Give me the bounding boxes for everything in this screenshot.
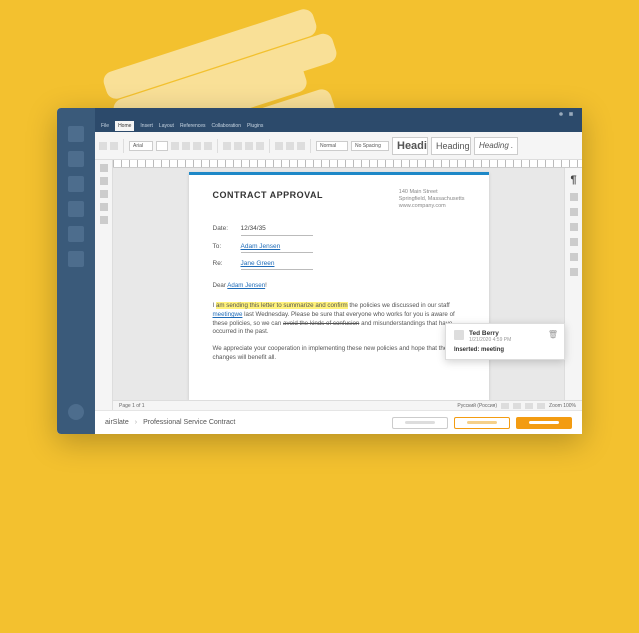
- inserted-text: meeting: [213, 311, 235, 318]
- horizontal-ruler[interactable]: [113, 160, 582, 168]
- doc-address: 140 Main Street Springfield, Massachuset…: [399, 189, 465, 210]
- breadcrumb-current[interactable]: Professional Service Contract: [143, 419, 235, 426]
- style-heading2[interactable]: Heading: [431, 137, 471, 155]
- menu-file[interactable]: File: [101, 123, 109, 129]
- right-toolbar: ¶: [564, 168, 582, 400]
- footer-button-secondary[interactable]: [392, 417, 448, 429]
- copy-icon[interactable]: [99, 142, 107, 150]
- bookmarks-icon[interactable]: [100, 203, 108, 211]
- editor-main: File Home Insert Layout References Colla…: [95, 108, 582, 434]
- doc-title: CONTRACT APPROVAL: [213, 189, 324, 202]
- spellcheck-icon[interactable]: [501, 403, 509, 409]
- menu-insert[interactable]: Insert: [140, 123, 153, 129]
- strike-icon[interactable]: [204, 142, 212, 150]
- bullets-icon[interactable]: [223, 142, 231, 150]
- comments-icon[interactable]: [100, 177, 108, 185]
- re-label: Re:: [213, 259, 241, 268]
- image-icon[interactable]: [570, 208, 578, 216]
- chevron-right-icon: ›: [135, 419, 137, 426]
- menubar: File Home Insert Layout References Colla…: [95, 120, 582, 132]
- doc-scroll[interactable]: CONTRACT APPROVAL 140 Main Street Spring…: [113, 168, 564, 400]
- left-toolbar: [95, 160, 113, 410]
- comment-body: Inserted: meeting: [454, 347, 556, 353]
- page-indicator: Page 1 of 1: [119, 403, 145, 409]
- titlebar: [95, 108, 582, 120]
- comment-date: 1/21/2020 4:59 PM: [469, 337, 511, 343]
- sidebar-item[interactable]: [68, 201, 84, 217]
- menu-icon[interactable]: [568, 111, 574, 117]
- app-sidebar: [57, 108, 95, 434]
- font-select[interactable]: Arial: [129, 141, 153, 151]
- style-nospacing[interactable]: No Spacing: [351, 141, 389, 151]
- table-icon[interactable]: [570, 193, 578, 201]
- fitwidth-icon[interactable]: [537, 403, 545, 409]
- sidebar-avatar[interactable]: [68, 404, 84, 420]
- align-right-icon[interactable]: [297, 142, 305, 150]
- menu-layout[interactable]: Layout: [159, 123, 174, 129]
- avatar: [454, 330, 464, 340]
- sidebar-item[interactable]: [68, 251, 84, 267]
- fit-icon[interactable]: [525, 403, 533, 409]
- deleted-text: avoid the kinds of confusion: [283, 320, 359, 327]
- re-value[interactable]: Jane Green: [241, 259, 313, 270]
- statusbar: Page 1 of 1 Русский (Россия) Zoom 100%: [113, 400, 582, 410]
- sidebar-item[interactable]: [68, 226, 84, 242]
- to-label: To:: [213, 242, 241, 251]
- style-heading1[interactable]: Headi: [392, 137, 428, 155]
- doc-container: CONTRACT APPROVAL 140 Main Street Spring…: [113, 160, 582, 410]
- headings-icon[interactable]: [100, 190, 108, 198]
- shape-icon[interactable]: [570, 238, 578, 246]
- menu-plugins[interactable]: Plugins: [247, 123, 263, 129]
- paragraph-icon[interactable]: ¶: [570, 174, 576, 186]
- app-footer: airSlate › Professional Service Contract: [95, 410, 582, 434]
- user-icon[interactable]: [558, 111, 564, 117]
- header-icon[interactable]: [570, 223, 578, 231]
- font-size-select[interactable]: [156, 141, 168, 151]
- menu-home[interactable]: Home: [115, 121, 134, 131]
- app-window: File Home Insert Layout References Colla…: [57, 108, 582, 434]
- highlighted-text: am sending this letter to summarize and …: [216, 302, 348, 309]
- trackchanges-icon[interactable]: [513, 403, 521, 409]
- to-value[interactable]: Adam Jensen: [241, 242, 313, 253]
- numbering-icon[interactable]: [234, 142, 242, 150]
- paragraph-1: I am sending this letter to summarize an…: [213, 302, 465, 337]
- italic-icon[interactable]: [182, 142, 190, 150]
- trash-icon[interactable]: 🗑: [548, 330, 558, 339]
- outdent-icon[interactable]: [256, 142, 264, 150]
- date-label: Date:: [213, 224, 241, 233]
- document-page[interactable]: CONTRACT APPROVAL 140 Main Street Spring…: [189, 172, 489, 400]
- bold-icon[interactable]: [171, 142, 179, 150]
- breadcrumb-root[interactable]: airSlate: [105, 419, 129, 426]
- paste-icon[interactable]: [110, 142, 118, 150]
- thumbnails-icon[interactable]: [100, 216, 108, 224]
- comment-popup[interactable]: 🗑 Ted Berry 1/21/2020 4:59 PM Inserted: …: [445, 323, 565, 360]
- text-icon[interactable]: [570, 268, 578, 276]
- underline-icon[interactable]: [193, 142, 201, 150]
- document-area: CONTRACT APPROVAL 140 Main Street Spring…: [95, 160, 582, 410]
- style-heading3[interactable]: Heading .: [474, 137, 518, 155]
- language-indicator[interactable]: Русский (Россия): [457, 403, 497, 409]
- style-normal[interactable]: Normal: [316, 141, 348, 151]
- search-icon[interactable]: [100, 164, 108, 172]
- date-value[interactable]: 12/34/35: [241, 224, 313, 235]
- indent-icon[interactable]: [245, 142, 253, 150]
- paragraph-2: We appreciate your cooperation in implem…: [213, 345, 465, 362]
- zoom-indicator[interactable]: Zoom 100%: [549, 403, 576, 409]
- sidebar-item[interactable]: [68, 151, 84, 167]
- comment-author: Ted Berry: [469, 330, 511, 337]
- sidebar-item[interactable]: [68, 126, 84, 142]
- salutation: Dear Adam Jensen!: [213, 282, 465, 291]
- align-center-icon[interactable]: [286, 142, 294, 150]
- toolbar: Arial Normal No Spacing Headi Heading He…: [95, 132, 582, 160]
- menu-references[interactable]: References: [180, 123, 206, 129]
- footer-button-primary[interactable]: [516, 417, 572, 429]
- chart-icon[interactable]: [570, 253, 578, 261]
- align-left-icon[interactable]: [275, 142, 283, 150]
- sidebar-item[interactable]: [68, 176, 84, 192]
- footer-button-outline[interactable]: [454, 417, 510, 429]
- menu-collaboration[interactable]: Collaboration: [212, 123, 241, 129]
